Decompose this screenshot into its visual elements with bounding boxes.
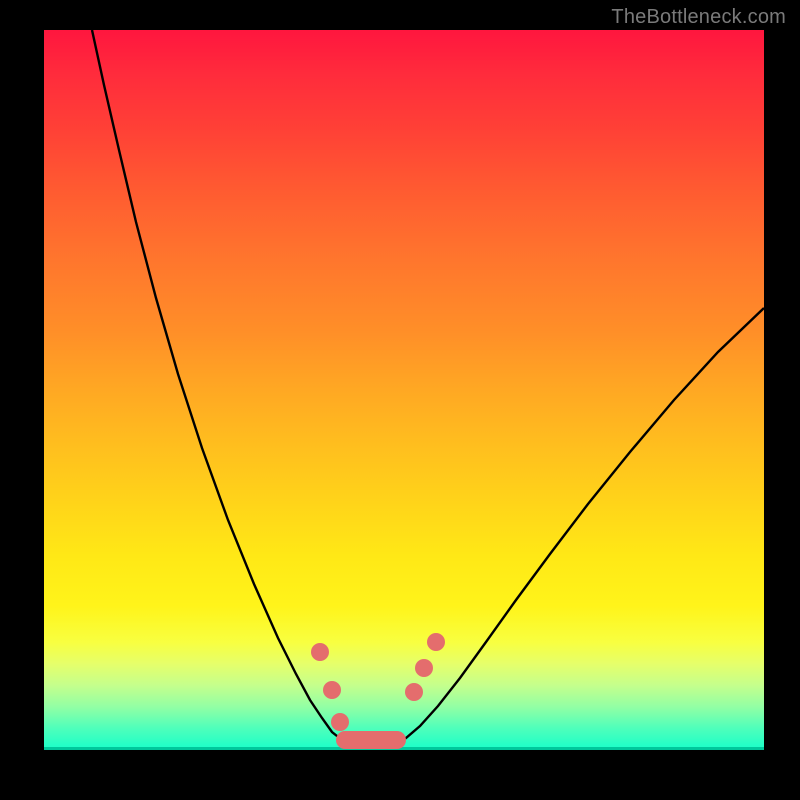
plot-area	[44, 30, 764, 750]
marker-bottom-bar	[336, 731, 406, 749]
marker-dot	[323, 681, 341, 699]
marker-dot	[331, 713, 349, 731]
chart-stage: TheBottleneck.com	[0, 0, 800, 800]
marker-dot	[311, 643, 329, 661]
marker-dot	[415, 659, 433, 677]
watermark-text: TheBottleneck.com	[611, 6, 786, 29]
marker-dot	[427, 633, 445, 651]
marker-group	[311, 633, 445, 749]
marker-dot	[405, 683, 423, 701]
marker-layer	[44, 30, 764, 750]
